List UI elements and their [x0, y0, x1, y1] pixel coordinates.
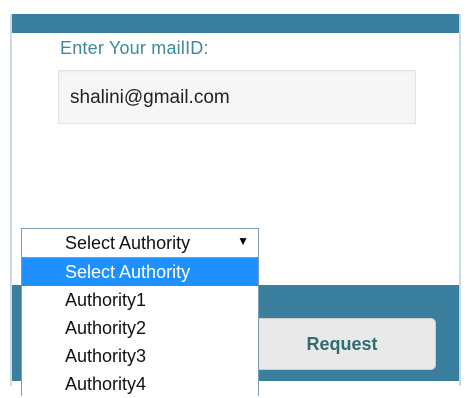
form-card: Enter Your mailID: shalini@gmail.com Req… [0, 0, 472, 396]
authority-dropdown-list[interactable]: Select Authority Authority1 Authority2 A… [21, 258, 259, 396]
authority-select-value: Select Authority [65, 233, 191, 253]
chevron-down-icon[interactable]: ▼ [237, 234, 249, 248]
email-field[interactable]: shalini@gmail.com [58, 70, 416, 124]
authority-select[interactable]: Select Authority ▼ [21, 228, 259, 258]
dropdown-option-authority2[interactable]: Authority2 [22, 314, 258, 342]
request-button[interactable]: Request [248, 318, 436, 370]
dropdown-option-authority4[interactable]: Authority4 [22, 370, 258, 398]
dropdown-option-authority1[interactable]: Authority1 [22, 286, 258, 314]
mail-label: Enter Your mailID: [60, 38, 209, 58]
dropdown-option-authority3[interactable]: Authority3 [22, 342, 258, 370]
dropdown-option-select-authority[interactable]: Select Authority [22, 258, 258, 286]
header-bar [12, 14, 459, 33]
card-right-border [459, 14, 461, 386]
